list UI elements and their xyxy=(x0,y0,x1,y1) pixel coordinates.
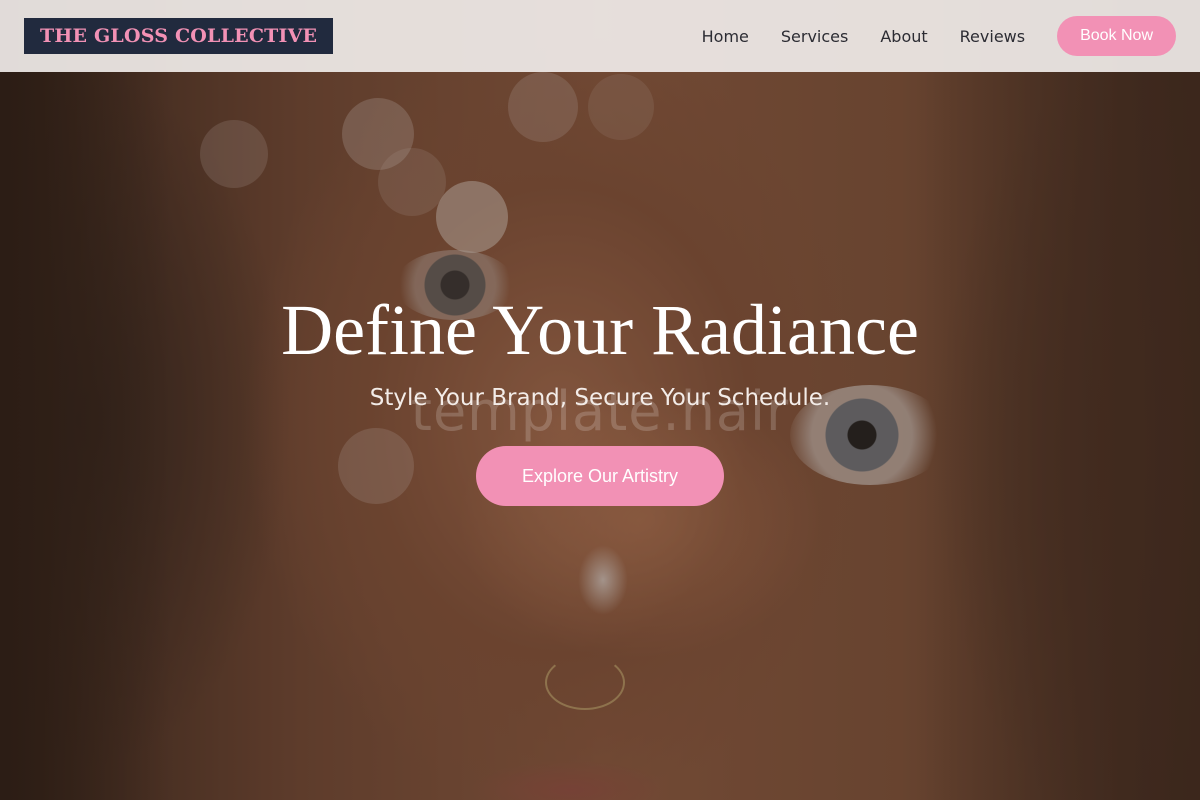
nav-link-reviews[interactable]: Reviews xyxy=(960,27,1025,46)
hero-subtitle: Style Your Brand, Secure Your Schedule. xyxy=(369,385,831,411)
nav-link-services[interactable]: Services xyxy=(781,27,848,46)
site-logo[interactable]: THE GLOSS COLLECTIVE xyxy=(24,18,334,54)
site-header: THE GLOSS COLLECTIVE Home Services About… xyxy=(0,0,1200,72)
hero-title: Define Your Radiance xyxy=(281,290,919,370)
main-nav: Home Services About Reviews Book Now xyxy=(702,16,1176,56)
nav-link-home[interactable]: Home xyxy=(702,27,749,46)
explore-artistry-button[interactable]: Explore Our Artistry xyxy=(476,446,724,506)
book-now-button[interactable]: Book Now xyxy=(1057,16,1176,56)
nav-link-about[interactable]: About xyxy=(880,27,927,46)
